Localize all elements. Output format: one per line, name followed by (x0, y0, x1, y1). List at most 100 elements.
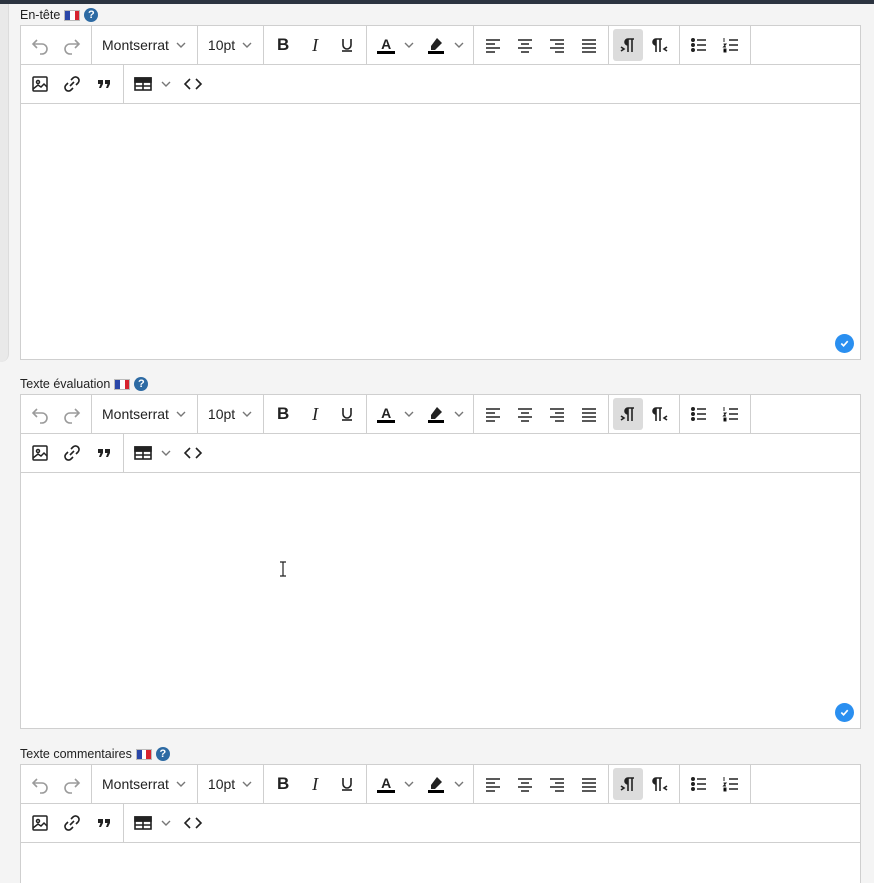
chevron-down-icon[interactable] (453, 778, 465, 790)
image-icon[interactable] (25, 437, 55, 469)
field-label-row: Texte commentaires ? (20, 744, 861, 764)
chevron-down-icon[interactable] (403, 39, 415, 51)
redo-icon[interactable] (57, 29, 87, 61)
align-right-icon[interactable] (542, 398, 572, 430)
editor-content-area[interactable] (21, 473, 860, 728)
link-icon[interactable] (57, 68, 87, 100)
table-icon[interactable] (128, 437, 158, 469)
font-size-select[interactable]: 10pt (202, 768, 259, 800)
font-size-select[interactable]: 10pt (202, 29, 259, 61)
chevron-down-icon[interactable] (403, 778, 415, 790)
help-icon[interactable]: ? (84, 8, 99, 22)
redo-icon[interactable] (57, 398, 87, 430)
chevron-down-icon[interactable] (453, 39, 465, 51)
text-color-split-button[interactable]: A (371, 398, 419, 430)
chevron-down-icon[interactable] (160, 78, 172, 90)
blockquote-icon[interactable] (89, 68, 119, 100)
help-icon[interactable]: ? (134, 377, 149, 391)
bullet-list-icon[interactable] (684, 29, 714, 61)
highlight-icon[interactable] (421, 398, 451, 430)
highlight-icon[interactable] (421, 768, 451, 800)
text-color-split-button[interactable]: A (371, 29, 419, 61)
align-justify-icon[interactable] (574, 29, 604, 61)
numbered-list-icon[interactable] (716, 29, 746, 61)
rtl-icon[interactable] (645, 29, 675, 61)
text-color-icon[interactable]: A (371, 398, 401, 430)
undo-icon[interactable] (25, 398, 55, 430)
highlight-split-button[interactable] (421, 768, 469, 800)
text-color-icon[interactable]: A (371, 29, 401, 61)
font-size-group: 10pt (198, 395, 265, 433)
history-group (21, 395, 92, 433)
undo-icon[interactable] (25, 29, 55, 61)
table-icon[interactable] (128, 68, 158, 100)
bold-icon[interactable]: B (268, 29, 298, 61)
rich-text-field: Texte commentaires ? Montserrat 10pt B I… (20, 744, 861, 883)
table-split-button[interactable] (128, 437, 176, 469)
ltr-icon[interactable] (613, 398, 644, 430)
italic-icon[interactable]: I (300, 398, 330, 430)
text-cursor-icon (278, 561, 288, 577)
font-family-value: Montserrat (102, 776, 169, 792)
font-family-select[interactable]: Montserrat (96, 768, 193, 800)
table-split-button[interactable] (128, 68, 176, 100)
align-left-icon[interactable] (478, 398, 508, 430)
ltr-icon[interactable] (613, 29, 644, 61)
link-icon[interactable] (57, 437, 87, 469)
bold-icon[interactable]: B (268, 768, 298, 800)
chevron-down-icon[interactable] (160, 447, 172, 459)
numbered-list-icon[interactable] (716, 768, 746, 800)
bold-icon[interactable]: B (268, 398, 298, 430)
chevron-down-icon (242, 42, 252, 48)
source-code-icon[interactable] (178, 807, 208, 839)
chevron-down-icon[interactable] (403, 408, 415, 420)
highlight-split-button[interactable] (421, 398, 469, 430)
rtl-icon[interactable] (645, 398, 675, 430)
numbered-list-icon[interactable] (716, 398, 746, 430)
font-family-group: Montserrat (92, 26, 198, 64)
font-size-select[interactable]: 10pt (202, 398, 259, 430)
editor-content-area[interactable] (21, 104, 860, 359)
table-code-group (124, 434, 212, 472)
rtl-icon[interactable] (645, 768, 675, 800)
table-split-button[interactable] (128, 807, 176, 839)
align-center-icon[interactable] (510, 768, 540, 800)
italic-icon[interactable]: I (300, 29, 330, 61)
text-color-split-button[interactable]: A (371, 768, 419, 800)
chevron-down-icon[interactable] (160, 817, 172, 829)
font-family-select[interactable]: Montserrat (96, 398, 193, 430)
font-family-select[interactable]: Montserrat (96, 29, 193, 61)
blockquote-icon[interactable] (89, 437, 119, 469)
align-center-icon[interactable] (510, 398, 540, 430)
underline-icon[interactable] (332, 398, 362, 430)
highlight-split-button[interactable] (421, 29, 469, 61)
editor-content-area[interactable] (21, 843, 860, 883)
align-right-icon[interactable] (542, 768, 572, 800)
table-icon[interactable] (128, 807, 158, 839)
help-icon[interactable]: ? (155, 747, 170, 761)
ltr-icon[interactable] (613, 768, 644, 800)
align-left-icon[interactable] (478, 768, 508, 800)
align-justify-icon[interactable] (574, 768, 604, 800)
bullet-list-icon[interactable] (684, 398, 714, 430)
align-center-icon[interactable] (510, 29, 540, 61)
blockquote-icon[interactable] (89, 807, 119, 839)
align-right-icon[interactable] (542, 29, 572, 61)
source-code-icon[interactable] (178, 68, 208, 100)
bullet-list-icon[interactable] (684, 768, 714, 800)
align-justify-icon[interactable] (574, 398, 604, 430)
chevron-down-icon[interactable] (453, 408, 465, 420)
source-code-icon[interactable] (178, 437, 208, 469)
link-icon[interactable] (57, 807, 87, 839)
align-left-icon[interactable] (478, 29, 508, 61)
undo-icon[interactable] (25, 768, 55, 800)
image-icon[interactable] (25, 807, 55, 839)
underline-icon[interactable] (332, 29, 362, 61)
underline-icon[interactable] (332, 768, 362, 800)
italic-icon[interactable]: I (300, 768, 330, 800)
direction-group (609, 395, 681, 433)
image-icon[interactable] (25, 68, 55, 100)
redo-icon[interactable] (57, 768, 87, 800)
text-color-icon[interactable]: A (371, 768, 401, 800)
highlight-icon[interactable] (421, 29, 451, 61)
